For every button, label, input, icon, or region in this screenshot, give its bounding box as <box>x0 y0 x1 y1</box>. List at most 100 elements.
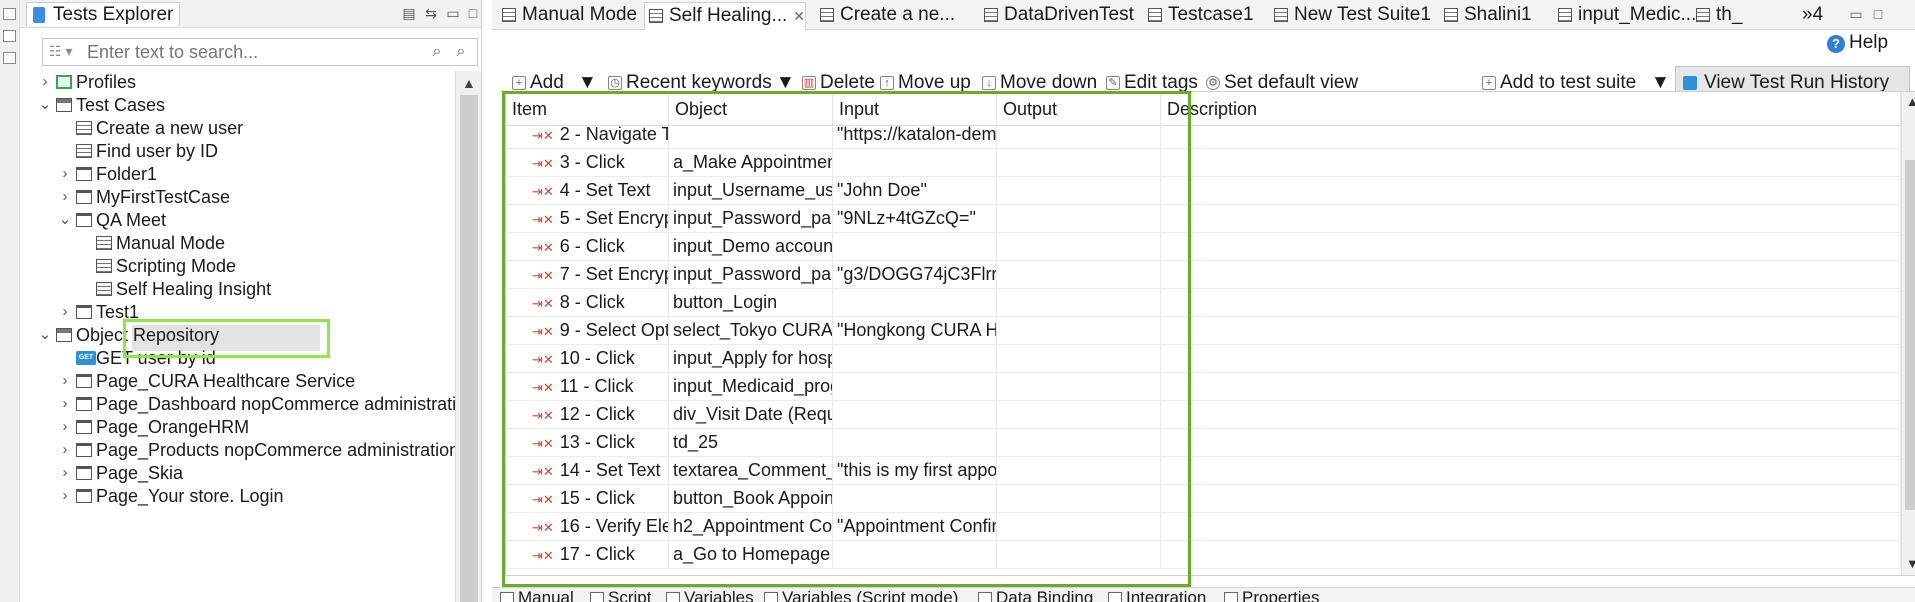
table-cell-input[interactable] <box>833 345 997 373</box>
table-cell-input[interactable]: "g3/DOGG74jC3Flrr3yH- <box>833 261 997 289</box>
table-cell-output[interactable] <box>997 541 1161 569</box>
table-cell-object[interactable]: textarea_Comment_comment <box>669 457 833 485</box>
table-cell-object[interactable]: div_Visit Date (Required) <box>669 401 833 429</box>
table-cell-item[interactable]: ⇥✕ 2 - Navigate To Url <box>506 126 669 149</box>
table-cell-input[interactable]: "John Doe" <box>833 177 997 205</box>
table-cell-input[interactable]: "Appointment Confirmation" <box>833 513 997 541</box>
minimize-icon[interactable] <box>3 8 16 20</box>
table-cell-description[interactable] <box>1161 149 1901 177</box>
table-row[interactable]: ⇥✕ 7 - Set Encrypted Textinput_Password_p… <box>506 261 1901 289</box>
column-header[interactable]: Item <box>506 92 669 126</box>
table-cell-object[interactable]: a_Make Appointment <box>669 149 833 177</box>
table-cell-input[interactable] <box>833 149 997 177</box>
maximize-view-icon[interactable]: □ <box>465 5 481 21</box>
table-cell-description[interactable] <box>1161 126 1901 149</box>
table-cell-description[interactable] <box>1161 205 1901 233</box>
test-case-view-icon[interactable] <box>3 30 16 42</box>
table-cell-output[interactable] <box>997 177 1161 205</box>
table-cell-description[interactable] <box>1161 429 1901 457</box>
bottom-tab[interactable]: Integration <box>1106 589 1206 602</box>
table-row[interactable]: ⇥✕ 15 - Click button_Book Appointment <box>506 485 1901 513</box>
scroll-up-icon[interactable]: ▲ <box>1906 94 1915 109</box>
explorer-search-input[interactable] <box>87 41 423 63</box>
table-cell-output[interactable] <box>997 485 1161 513</box>
editor-tab[interactable]: »4 <box>1796 2 1823 30</box>
table-cell-object[interactable]: button_Login <box>669 289 833 317</box>
table-cell-output[interactable] <box>997 233 1161 261</box>
table-row[interactable]: ⇥✕ 8 - Click button_Login <box>506 289 1901 317</box>
table-cell-input[interactable] <box>833 233 997 261</box>
table-cell-input[interactable] <box>833 289 997 317</box>
table-cell-object[interactable] <box>669 126 833 149</box>
table-cell-object[interactable]: a_Go to Homepage <box>669 541 833 569</box>
table-cell-output[interactable] <box>997 345 1161 373</box>
table-cell-object[interactable]: input_Password_password <box>669 205 833 233</box>
table-cell-output[interactable] <box>997 429 1161 457</box>
table-cell-description[interactable] <box>1161 485 1901 513</box>
explorer-scrollbar[interactable]: ▲ <box>455 71 481 602</box>
advanced-search-icon[interactable]: ⌕ <box>451 43 471 63</box>
minimize-view-icon[interactable]: ▭ <box>445 5 461 21</box>
editor-tab[interactable]: input_Medic... <box>1554 2 1696 30</box>
editor-tab[interactable]: th_ <box>1692 2 1742 30</box>
table-cell-input[interactable] <box>833 485 997 513</box>
table-row[interactable]: ⇥✕ 4 - Set Text input_Username_username"Jo… <box>506 177 1901 205</box>
table-row[interactable]: ⇥✕ 5 - Set Encrypted Textinput_Password_p… <box>506 205 1901 233</box>
table-cell-item[interactable]: ⇥✕ 8 - Click <box>506 289 669 317</box>
table-cell-input[interactable]: "https://katalon-demo-cura.herokuapp.com… <box>833 126 997 149</box>
column-header[interactable]: Input <box>833 92 997 126</box>
table-cell-object[interactable]: input_Password_password <box>669 261 833 289</box>
table-cell-output[interactable] <box>997 513 1161 541</box>
column-header[interactable]: Description <box>1161 92 1901 126</box>
table-cell-output[interactable] <box>997 126 1161 149</box>
scroll-down-icon[interactable]: ▼ <box>1906 556 1915 571</box>
editor-tab[interactable]: Manual Mode <box>498 2 637 30</box>
table-cell-description[interactable] <box>1161 541 1901 569</box>
table-cell-output[interactable] <box>997 373 1161 401</box>
bottom-tab[interactable]: Variables (Script mode) <box>762 589 958 602</box>
table-cell-description[interactable] <box>1161 373 1901 401</box>
table-cell-item[interactable]: ⇥✕ 14 - Set Text <box>506 457 669 485</box>
table-cell-input[interactable] <box>833 429 997 457</box>
table-cell-item[interactable]: ⇥✕ 11 - Click <box>506 373 669 401</box>
table-cell-item[interactable]: ⇥✕ 3 - Click <box>506 149 669 177</box>
table-cell-output[interactable] <box>997 289 1161 317</box>
table-cell-output[interactable] <box>997 457 1161 485</box>
link-editor-icon[interactable]: ⇆ <box>423 5 439 21</box>
editor-tab[interactable]: Create a ne... <box>816 2 955 30</box>
maximize-editor-icon[interactable]: □ <box>1870 6 1886 22</box>
table-cell-object[interactable]: select_Tokyo CURA Healthcare <box>669 317 833 345</box>
table-cell-description[interactable] <box>1161 233 1901 261</box>
table-scroll-thumb[interactable] <box>1905 160 1915 510</box>
table-cell-input[interactable]: "this is my first appointment" <box>833 457 997 485</box>
table-cell-input[interactable] <box>833 541 997 569</box>
bottom-tab[interactable]: Variables <box>664 589 754 602</box>
table-row[interactable]: ⇥✕ 2 - Navigate To Url "https://katalon-de… <box>506 126 1901 149</box>
editor-tab[interactable]: Testcase1 <box>1144 2 1254 30</box>
table-cell-item[interactable]: ⇥✕ 4 - Set Text <box>506 177 669 205</box>
editor-tab[interactable]: Self Healing... ✕ <box>644 2 807 30</box>
table-cell-object[interactable]: h2_Appointment Confirmation <box>669 513 833 541</box>
close-tab-icon[interactable]: ✕ <box>793 8 805 24</box>
table-cell-output[interactable] <box>997 261 1161 289</box>
table-cell-description[interactable] <box>1161 289 1901 317</box>
table-row[interactable]: ⇥✕ 14 - Set Text textarea_Comment_comment"… <box>506 457 1901 485</box>
table-cell-input[interactable]: "9NLz+4tGZcQ=" <box>833 205 997 233</box>
table-cell-output[interactable] <box>997 317 1161 345</box>
table-row[interactable]: ⇥✕ 11 - Click input_Medicaid_programs <box>506 373 1901 401</box>
table-row[interactable]: ⇥✕ 9 - Select Option Byselect_Tokyo CURA … <box>506 317 1901 345</box>
table-cell-item[interactable]: ⇥✕ 15 - Click <box>506 485 669 513</box>
table-row[interactable]: ⇥✕ 3 - Click a_Make Appointment <box>506 149 1901 177</box>
table-cell-object[interactable]: input_Apply for hospital <box>669 345 833 373</box>
table-cell-object[interactable]: input_Medicaid_programs <box>669 373 833 401</box>
table-cell-input[interactable] <box>833 373 997 401</box>
table-row[interactable]: ⇥✕ 10 - Click input_Apply for hospital <box>506 345 1901 373</box>
table-cell-item[interactable]: ⇥✕ 16 - Verify Element <box>506 513 669 541</box>
table-cell-item[interactable]: ⇥✕ 5 - Set Encrypted Text <box>506 205 669 233</box>
table-cell-object[interactable]: td_25 <box>669 429 833 457</box>
table-cell-description[interactable] <box>1161 401 1901 429</box>
editor-tab[interactable]: DataDrivenTest <box>980 2 1134 30</box>
editor-tab[interactable]: Shalini1 <box>1440 2 1532 30</box>
table-cell-item[interactable]: ⇥✕ 10 - Click <box>506 345 669 373</box>
table-cell-description[interactable] <box>1161 261 1901 289</box>
